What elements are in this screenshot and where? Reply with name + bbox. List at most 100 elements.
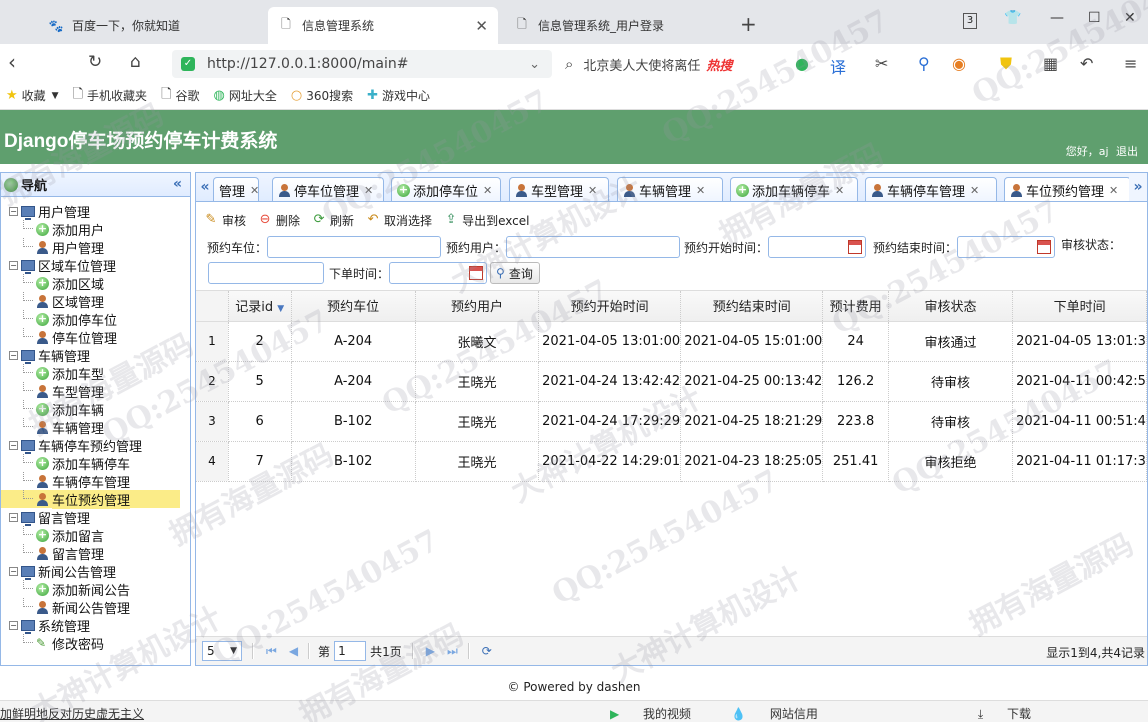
- undo-icon[interactable]: ↶: [1080, 54, 1093, 73]
- bookmark-google[interactable]: 🗋 谷歌: [161, 85, 199, 107]
- calendar-icon[interactable]: [469, 266, 484, 280]
- calendar-icon[interactable]: [848, 240, 863, 254]
- close-icon[interactable]: ✕: [364, 184, 373, 197]
- column-header-order-time[interactable]: 下单时间: [1012, 291, 1147, 322]
- nav-item[interactable]: 车位预约管理: [1, 489, 180, 509]
- start-time-input[interactable]: [768, 236, 867, 258]
- expand-toggle-icon[interactable]: −: [9, 440, 18, 450]
- unselect-button[interactable]: ↶ 取消选择: [366, 212, 432, 229]
- bookmark-sites[interactable]: ◍ 网址大全: [214, 87, 277, 104]
- close-icon[interactable]: ✕: [835, 184, 844, 197]
- end-time-input[interactable]: [957, 236, 1056, 258]
- table-row[interactable]: 2 5 A-204 王晓光 2021-04-24 13:42:42 2021-04-25 …: [196, 361, 1147, 402]
- column-header-start[interactable]: 预约开始时间: [538, 291, 682, 322]
- nav-item[interactable]: + 添加停车位: [1, 310, 190, 329]
- delete-button[interactable]: ⊖ 删除: [258, 212, 300, 229]
- prev-page-icon[interactable]: ◀: [289, 644, 298, 658]
- nav-item[interactable]: + 添加车型: [1, 364, 190, 383]
- bookmark-mobile[interactable]: 🗋 手机收藏夹: [73, 85, 147, 107]
- nav-group[interactable]: − 用户管理: [1, 202, 190, 221]
- close-icon[interactable]: ✕: [696, 184, 705, 197]
- url-field[interactable]: ✓ http://127.0.0.1:8000/main# ⌄: [172, 50, 552, 78]
- nav-item[interactable]: 车辆停车管理: [1, 472, 190, 491]
- close-icon[interactable]: ✕: [483, 184, 492, 197]
- nav-item[interactable]: + 添加新闻公告: [1, 580, 190, 599]
- browser-search-field[interactable]: ⌕ 北京美人大使将离任 热搜: [565, 50, 785, 78]
- tab-count-badge[interactable]: 3: [963, 13, 977, 29]
- refresh-button[interactable]: ⟳ 刷新: [312, 212, 354, 229]
- expand-toggle-icon[interactable]: −: [9, 512, 18, 522]
- column-header-status[interactable]: 审核状态: [888, 291, 1014, 322]
- nav-group[interactable]: − 车辆停车预约管理: [1, 436, 190, 455]
- content-tab[interactable]: 车辆停车管理 ✕: [865, 177, 997, 201]
- nav-item[interactable]: 车辆管理: [1, 418, 190, 437]
- chat-icon[interactable]: ●: [795, 54, 809, 73]
- reload-icon[interactable]: ↻: [88, 52, 102, 72]
- content-tab[interactable]: + 添加停车位 ✕: [391, 177, 501, 201]
- expand-toggle-icon[interactable]: −: [9, 566, 18, 576]
- game-icon[interactable]: ◉: [952, 54, 966, 73]
- expand-toggle-icon[interactable]: −: [9, 260, 18, 270]
- space-filter-input[interactable]: [267, 236, 442, 258]
- column-header-end[interactable]: 预约结束时间: [680, 291, 824, 322]
- home-icon[interactable]: ⌂: [130, 52, 141, 72]
- order-time-input[interactable]: [389, 262, 488, 284]
- content-tab[interactable]: 停车位管理 ✕: [272, 177, 384, 201]
- content-tab[interactable]: 车位预约管理 ✕: [1004, 177, 1131, 201]
- status-filter-input[interactable]: [208, 262, 324, 284]
- nav-item[interactable]: 停车位管理: [1, 328, 190, 347]
- last-page-icon[interactable]: ⏭: [447, 644, 458, 659]
- logout-link[interactable]: 退出: [1116, 145, 1138, 158]
- content-tab[interactable]: 管理 ✕: [213, 177, 259, 201]
- nav-item[interactable]: 车型管理: [1, 382, 190, 401]
- nav-item[interactable]: + 添加车辆: [1, 400, 190, 419]
- page-number-input[interactable]: 1: [334, 641, 367, 661]
- next-page-icon[interactable]: ▶: [426, 644, 435, 658]
- nav-item[interactable]: 新闻公告管理: [1, 598, 190, 617]
- apps-grid-icon[interactable]: ▦: [1043, 54, 1058, 73]
- browser-tab-info-system[interactable]: 🗋 信息管理系统 ✕: [268, 7, 498, 44]
- table-row[interactable]: 1 2 A-204 张曦文 2021-04-05 13:01:00 2021-04-05 …: [196, 321, 1147, 362]
- magnifier-icon[interactable]: ⚲: [918, 54, 930, 73]
- site-credit-link[interactable]: 💧 网站信用: [731, 705, 838, 722]
- calendar-icon[interactable]: [1037, 240, 1052, 254]
- column-header-user[interactable]: 预约用户: [415, 291, 540, 322]
- user-filter-input[interactable]: [506, 236, 681, 258]
- close-icon[interactable]: ✕: [250, 184, 259, 197]
- content-tab[interactable]: 车辆管理 ✕: [617, 177, 723, 201]
- nav-group[interactable]: − 留言管理: [1, 508, 190, 527]
- back-icon[interactable]: ‹: [8, 52, 16, 72]
- close-window-icon[interactable]: ✕: [1124, 10, 1136, 26]
- close-icon[interactable]: ✕: [588, 184, 597, 197]
- close-icon[interactable]: ✕: [1109, 184, 1118, 197]
- table-row[interactable]: 4 7 B-102 王晓光 2021-04-22 14:29:01 2021-04-23 …: [196, 441, 1147, 482]
- nav-item[interactable]: + 添加留言: [1, 526, 190, 545]
- scissors-icon[interactable]: ✂: [875, 54, 888, 73]
- nav-group[interactable]: − 新闻公告管理: [1, 562, 190, 581]
- table-row[interactable]: 3 6 B-102 王晓光 2021-04-24 17:29:29 2021-04-25 …: [196, 401, 1147, 442]
- tabs-scroll-left-icon[interactable]: «: [196, 173, 214, 201]
- bookmark-favorites[interactable]: ★ 收藏 ▼: [6, 87, 59, 104]
- nav-group[interactable]: − 车辆管理: [1, 346, 190, 365]
- browser-tab-login[interactable]: 🗋 信息管理系统_用户登录: [504, 7, 734, 44]
- browser-tab-baidu[interactable]: 🐾 百度一下，你就知道: [38, 7, 266, 44]
- nav-item[interactable]: 留言管理: [1, 544, 190, 563]
- expand-toggle-icon[interactable]: −: [9, 620, 18, 630]
- nav-item[interactable]: + 添加用户: [1, 220, 190, 239]
- expand-toggle-icon[interactable]: −: [9, 206, 18, 216]
- nav-item[interactable]: + 添加车辆停车: [1, 454, 190, 473]
- reload-icon[interactable]: ⟳: [482, 644, 492, 658]
- shield-icon[interactable]: ⛊: [1000, 54, 1012, 74]
- nav-item[interactable]: 用户管理: [1, 238, 190, 257]
- close-tab-icon[interactable]: ✕: [475, 17, 488, 35]
- first-page-icon[interactable]: ⏮: [266, 644, 277, 659]
- menu-icon[interactable]: ≡: [1124, 54, 1137, 73]
- download-link[interactable]: ⤓ 下载: [978, 705, 1051, 722]
- expand-toggle-icon[interactable]: −: [9, 350, 18, 360]
- minimize-icon[interactable]: —: [1050, 10, 1064, 26]
- shirt-icon[interactable]: 👕: [1004, 10, 1021, 26]
- column-header-space[interactable]: 预约车位: [291, 291, 416, 322]
- column-header-id[interactable]: 记录id ▼: [228, 291, 292, 322]
- audit-button[interactable]: ✎ 审核: [204, 212, 246, 229]
- content-tab[interactable]: + 添加车辆停车 ✕: [730, 177, 858, 201]
